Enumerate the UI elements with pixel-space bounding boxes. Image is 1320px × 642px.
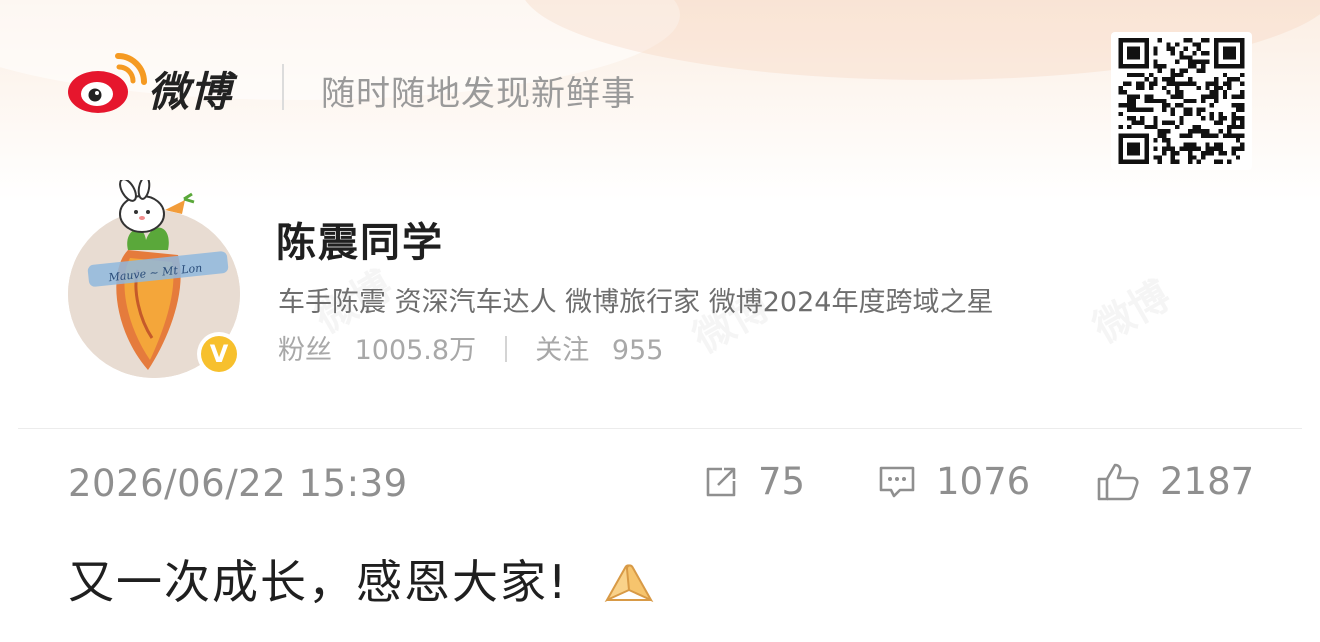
stats-divider <box>504 336 507 362</box>
slogan: 随时随地发现新鲜事 <box>321 74 636 114</box>
brand-name: 微博 <box>148 68 232 116</box>
like-count: 2187 <box>1160 460 1255 503</box>
share-icon <box>706 467 736 496</box>
verified-badge: V <box>197 332 241 376</box>
watermark: 微博 <box>1085 272 1179 353</box>
comment-count: 1076 <box>936 460 1031 503</box>
qr-code-icon[interactable] <box>1111 32 1252 170</box>
following-label: 关注 <box>535 335 590 366</box>
user-tags: 车手陈震 资深汽车达人 微博旅行家 微博2024年度跨域之星 <box>278 287 994 318</box>
share-count: 75 <box>758 460 806 503</box>
user-name[interactable]: 陈震同学 <box>276 210 444 268</box>
post-time: 2026/06/22 15:39 <box>68 462 408 505</box>
thumbs-up-icon <box>1097 463 1139 500</box>
share-button[interactable]: 75 <box>704 460 805 503</box>
post-body: 又一次成长，感恩大家! <box>68 555 569 609</box>
user-stats: 粉丝 1005.8万 关注 955 <box>278 328 663 367</box>
comment-button[interactable]: 1076 <box>878 460 1030 503</box>
followers-label: 粉丝 <box>278 335 332 366</box>
weibo-logo-icon <box>68 53 147 113</box>
praying-hands-icon <box>604 564 654 603</box>
following-count[interactable]: 955 <box>612 335 664 366</box>
like-button[interactable]: 2187 <box>1096 460 1254 503</box>
header-divider <box>282 64 284 110</box>
section-divider <box>18 428 1302 429</box>
followers-count[interactable]: 1005.8万 <box>355 335 476 366</box>
bunny-sticker-icon <box>119 180 195 233</box>
post-text: 又一次成长，感恩大家! <box>68 546 655 612</box>
comment-icon <box>879 466 915 497</box>
